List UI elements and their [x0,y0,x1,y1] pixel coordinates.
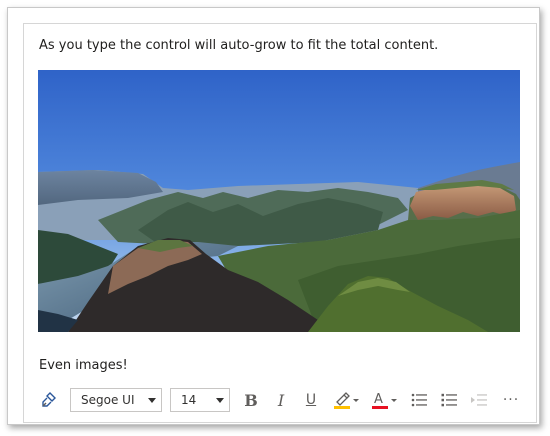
font-family-value: Segoe UI [81,393,135,407]
formatting-toolbar: Segoe UI 14 B I U A ··· [23,379,537,423]
font-size-dropdown[interactable]: 14 [170,388,230,412]
font-color-button[interactable]: A [368,387,400,413]
italic-icon: I [277,390,285,410]
window-frame: As you type the control will auto-grow t… [7,7,540,425]
font-color-icon: A [372,392,397,409]
highlighter-icon [334,392,359,409]
more-options-button[interactable]: ··· [498,387,524,413]
chevron-down-icon [143,397,161,403]
bullet-list-icon [411,393,427,407]
chevron-down-icon [211,397,229,403]
more-icon: ··· [502,392,520,408]
underline-button[interactable]: U [298,387,324,413]
format-painter-icon [42,392,56,407]
font-family-dropdown[interactable]: Segoe UI [70,388,162,412]
editor-paragraph-bottom[interactable]: Even images! [39,358,128,373]
editor-paragraph-top[interactable]: As you type the control will auto-grow t… [39,38,438,53]
landscape-photo [38,70,520,332]
rich-text-editor[interactable]: As you type the control will auto-grow t… [23,23,537,380]
format-painter-button[interactable] [36,387,62,413]
increase-indent-button[interactable] [466,387,492,413]
highlight-color-button[interactable] [330,387,362,413]
bold-button[interactable]: B [238,387,264,413]
bullet-list-button[interactable] [406,387,432,413]
numbered-list-button[interactable] [436,387,462,413]
bold-icon: B [244,390,258,410]
numbered-list-icon [441,393,457,407]
increase-indent-icon [471,394,487,406]
italic-button[interactable]: I [268,387,294,413]
font-size-value: 14 [181,393,197,407]
svg-text:A: A [374,392,383,407]
underline-icon: U [305,392,317,408]
